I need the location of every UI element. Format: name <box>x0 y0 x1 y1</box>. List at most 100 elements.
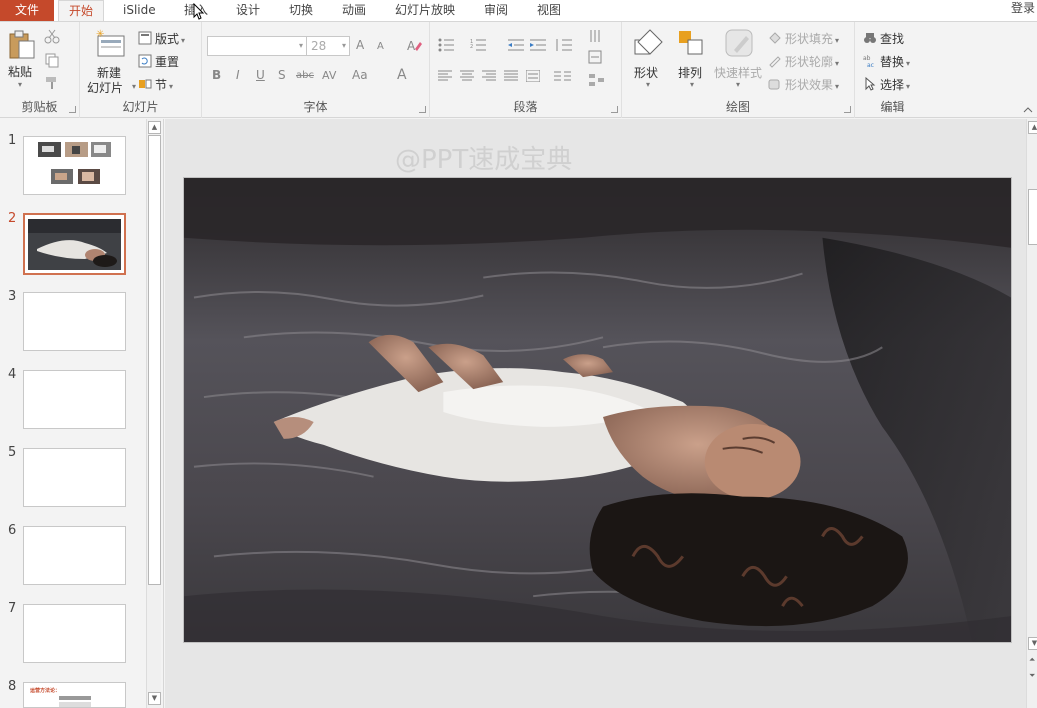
distributed-icon[interactable] <box>526 70 540 82</box>
text-direction-icon[interactable] <box>588 28 610 44</box>
shape-outline-icon <box>769 56 781 68</box>
slide-thumbnail-6[interactable] <box>23 526 126 585</box>
format-painter-icon[interactable] <box>44 75 60 91</box>
italic-button[interactable]: I <box>236 68 240 82</box>
font-color-button[interactable]: A <box>397 67 407 83</box>
new-slide-button[interactable]: ✳ 新建 幻灯片 ▾ <box>84 28 136 100</box>
shape-outline-label: 形状轮廓 <box>785 55 834 69</box>
slide-thumbnail-4[interactable] <box>23 370 126 429</box>
collapse-ribbon-icon[interactable] <box>1023 106 1033 114</box>
slide-thumbnail-5[interactable] <box>23 448 126 507</box>
clipboard-launcher-icon[interactable] <box>69 106 76 113</box>
layout-label: 版式 <box>155 32 180 46</box>
group-paragraph: 12 段落 <box>430 22 622 118</box>
thumb-number-6: 6 <box>8 523 17 538</box>
thumbnail-scroll-up-icon[interactable]: ▲ <box>148 121 161 134</box>
grow-font-button[interactable]: A <box>356 38 364 52</box>
slide-thumbnail-1[interactable] <box>23 136 126 195</box>
slide-thumbnail-3[interactable] <box>23 292 126 351</box>
group-font-label: 字体 <box>303 100 328 114</box>
slide-thumbnail-2[interactable] <box>23 213 126 275</box>
justify-icon[interactable] <box>504 70 518 82</box>
tab-design[interactable]: 设计 <box>226 0 270 21</box>
slide-thumbnail-7[interactable] <box>23 604 126 663</box>
select-button[interactable]: 选择 ▾ <box>863 76 910 93</box>
clear-format-icon[interactable]: A <box>406 37 422 53</box>
shape-outline-dropdown-icon: ▾ <box>835 59 840 68</box>
layout-button[interactable]: 版式 ▾ <box>138 30 185 47</box>
shadow-button[interactable]: S <box>278 68 286 82</box>
mouse-cursor-icon <box>193 3 205 20</box>
numbering-icon[interactable]: 12 <box>470 38 492 52</box>
shapes-dropdown-icon: ▾ <box>646 80 651 89</box>
replace-dropdown-icon: ▾ <box>906 59 911 68</box>
shape-effects-button[interactable]: 形状效果 ▾ <box>768 76 839 93</box>
font-launcher-icon[interactable] <box>419 106 426 113</box>
editor-scroll-down-icon[interactable]: ▼ <box>1028 637 1037 650</box>
char-spacing-button[interactable]: AV <box>322 69 336 82</box>
tab-view[interactable]: 视图 <box>527 0 571 21</box>
watermark: @PPT速成宝典 <box>395 145 573 175</box>
group-slides-label: 幻灯片 <box>122 100 159 114</box>
underline-button[interactable]: U <box>256 68 265 82</box>
thumbnail-scroll-down-icon[interactable]: ▼ <box>148 692 161 705</box>
font-name-combo[interactable]: ▾ <box>207 36 307 56</box>
thumb-number-8: 8 <box>8 679 17 694</box>
slide-thumbnail-8[interactable]: 运营方法论： <box>23 682 126 708</box>
shapes-button[interactable]: 形状 ▾ <box>630 28 666 98</box>
align-text-icon[interactable] <box>588 50 610 64</box>
tab-animations[interactable]: 动画 <box>332 0 376 21</box>
font-size-combo[interactable]: 28 ▾ <box>306 36 350 56</box>
thumbnail-scroll-thumb[interactable] <box>148 135 161 585</box>
group-editing-label: 编辑 <box>880 100 905 114</box>
paste-button[interactable]: 粘贴 ▾ <box>4 30 38 98</box>
align-right-icon[interactable] <box>482 70 496 82</box>
thumb-number-1: 1 <box>8 133 17 148</box>
find-button[interactable]: 查找 <box>863 30 904 47</box>
line-spacing-icon[interactable] <box>554 38 576 52</box>
columns-icon[interactable] <box>554 70 574 82</box>
editor-scroll-thumb[interactable] <box>1028 189 1037 245</box>
change-case-button[interactable]: Aa <box>352 68 368 82</box>
current-slide[interactable] <box>183 177 1012 643</box>
increase-indent-icon[interactable] <box>530 38 546 52</box>
group-slides: ✳ 新建 幻灯片 ▾ 版式 ▾ 重置 节 ▾ 幻灯片 <box>80 22 202 118</box>
align-center-icon[interactable] <box>460 70 474 82</box>
arrange-button[interactable]: 排列 ▾ <box>674 28 710 98</box>
tab-slideshow[interactable]: 幻灯片放映 <box>385 0 465 21</box>
reset-button[interactable]: 重置 <box>138 53 179 70</box>
shape-outline-button[interactable]: 形状轮廓 ▾ <box>768 53 839 70</box>
shape-fill-button[interactable]: 形状填充 ▾ <box>768 30 839 47</box>
copy-icon[interactable] <box>44 52 60 68</box>
select-cursor-icon <box>865 77 876 91</box>
tab-file[interactable]: 文件 <box>0 0 54 21</box>
next-slide-icon[interactable]: ⏷ <box>1029 671 1035 681</box>
login-link[interactable]: 登录 <box>1011 0 1035 17</box>
shrink-font-button[interactable]: A <box>377 41 384 52</box>
quick-styles-icon <box>725 29 753 57</box>
shape-effects-dropdown-icon: ▾ <box>835 82 840 91</box>
replace-button[interactable]: ab ac 替换 ▾ <box>863 53 910 70</box>
editor-scrollbar[interactable]: ▲ ▼ ⏶ ⏷ <box>1026 119 1037 708</box>
quick-styles-button[interactable]: 快速样式 ▾ <box>712 28 764 98</box>
decrease-indent-icon[interactable] <box>508 38 524 52</box>
slide-photo-woman-floating-in-water[interactable] <box>184 178 1011 642</box>
strikethrough-button[interactable]: abc <box>296 70 314 81</box>
thumbnail-scrollbar[interactable]: ▲ ▼ <box>146 119 161 708</box>
tab-review[interactable]: 审阅 <box>474 0 518 21</box>
editor-scroll-up-icon[interactable]: ▲ <box>1028 121 1037 134</box>
tab-islide[interactable]: iSlide <box>113 0 166 21</box>
thumb-number-3: 3 <box>8 289 17 304</box>
paragraph-launcher-icon[interactable] <box>611 106 618 113</box>
smartart-icon[interactable] <box>588 72 610 88</box>
tab-transitions[interactable]: 切换 <box>279 0 323 21</box>
align-left-icon[interactable] <box>438 70 452 82</box>
bold-button[interactable]: B <box>212 68 221 82</box>
section-button[interactable]: 节 ▾ <box>138 76 173 93</box>
cut-icon[interactable] <box>44 28 60 44</box>
drawing-launcher-icon[interactable] <box>844 106 851 113</box>
tab-home[interactable]: 开始 <box>58 0 105 22</box>
previous-slide-icon[interactable]: ⏶ <box>1029 655 1035 665</box>
bullets-icon[interactable] <box>438 38 460 52</box>
svg-text:A: A <box>407 39 416 53</box>
